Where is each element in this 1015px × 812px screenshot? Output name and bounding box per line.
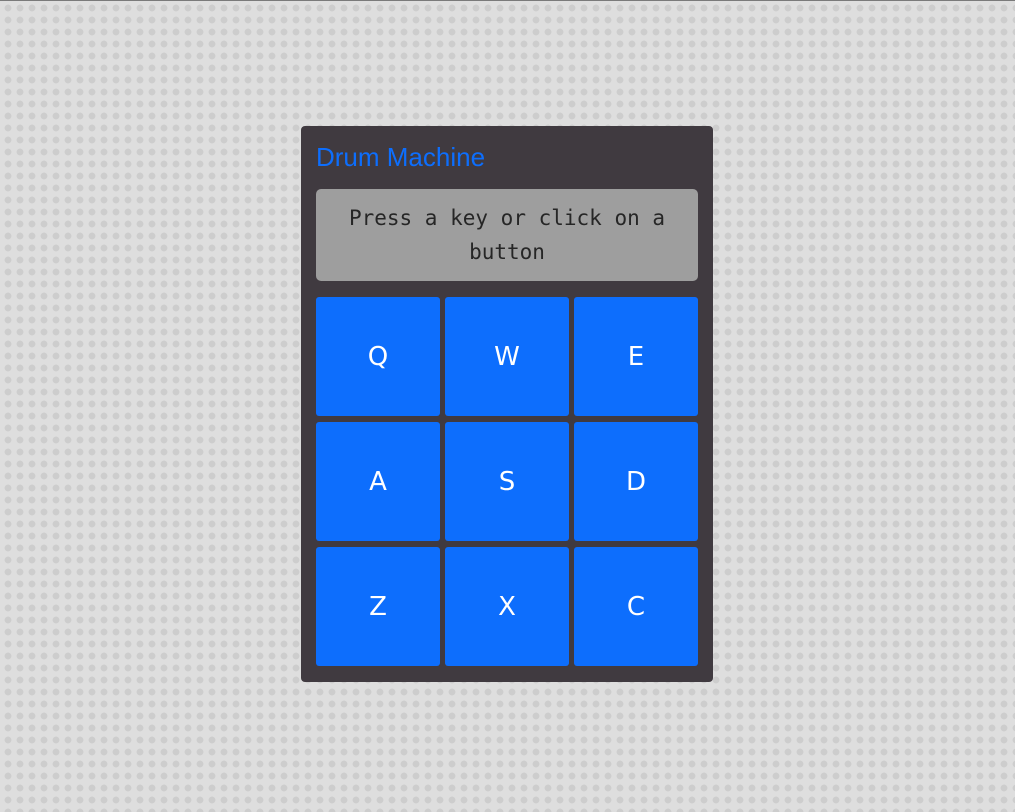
drum-pad-c[interactable]: C: [574, 547, 698, 666]
top-border: [0, 0, 1015, 1]
drum-pad-s[interactable]: S: [445, 422, 569, 541]
drum-pad-a[interactable]: A: [316, 422, 440, 541]
drum-pad-q[interactable]: Q: [316, 297, 440, 416]
drum-pad-w[interactable]: W: [445, 297, 569, 416]
drum-pad-d[interactable]: D: [574, 422, 698, 541]
app-title: Drum Machine: [316, 142, 486, 172]
display: Press a key or click on a button: [316, 189, 698, 281]
drum-pad-z[interactable]: Z: [316, 547, 440, 666]
drum-pad-grid: Q W E A S D Z X C: [316, 297, 698, 666]
drum-machine: Drum Machine Press a key or click on a b…: [301, 126, 713, 682]
drum-pad-e[interactable]: E: [574, 297, 698, 416]
drum-pad-x[interactable]: X: [445, 547, 569, 666]
